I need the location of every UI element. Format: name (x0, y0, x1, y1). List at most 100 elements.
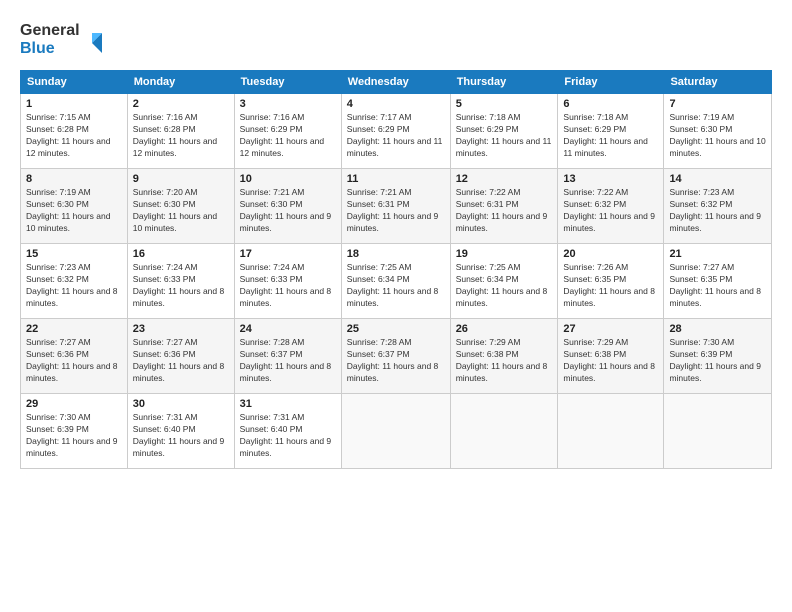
day-cell: 19Sunrise: 7:25 AMSunset: 6:34 PMDayligh… (450, 244, 558, 319)
week-row-2: 8Sunrise: 7:19 AMSunset: 6:30 PMDaylight… (21, 169, 772, 244)
day-info: Sunrise: 7:27 AMSunset: 6:36 PMDaylight:… (26, 337, 122, 385)
day-number: 6 (563, 98, 658, 110)
day-info: Sunrise: 7:30 AMSunset: 6:39 PMDaylight:… (26, 412, 122, 460)
day-number: 18 (347, 248, 445, 260)
day-cell: 21 Sunrise: 7:27 AMSunset: 6:35 PMDayligh… (664, 244, 772, 319)
page: General Blue SundayMondayTuesdayWednesda… (0, 0, 792, 612)
day-number: 28 (669, 323, 766, 335)
day-cell: 16 Sunrise: 7:24 AMSunset: 6:33 PMDayligh… (127, 244, 234, 319)
day-cell: 20Sunrise: 7:26 AMSunset: 6:35 PMDayligh… (558, 244, 664, 319)
day-number: 17 (240, 248, 336, 260)
weekday-header-wednesday: Wednesday (341, 71, 450, 94)
day-info: Sunrise: 7:17 AMSunset: 6:29 PMDaylight:… (347, 112, 445, 160)
day-info: Sunrise: 7:19 AMSunset: 6:30 PMDaylight:… (669, 112, 766, 160)
day-cell: 18Sunrise: 7:25 AMSunset: 6:34 PMDayligh… (341, 244, 450, 319)
day-info: Sunrise: 7:27 AMSunset: 6:36 PMDaylight:… (133, 337, 229, 385)
weekday-header-sunday: Sunday (21, 71, 128, 94)
logo-svg: General Blue (20, 15, 110, 60)
day-cell: 13 Sunrise: 7:22 AMSunset: 6:32 PMDayligh… (558, 169, 664, 244)
day-cell: 22 Sunrise: 7:27 AMSunset: 6:36 PMDayligh… (21, 319, 128, 394)
day-info: Sunrise: 7:23 AMSunset: 6:32 PMDaylight:… (26, 262, 122, 310)
day-cell: 5 Sunrise: 7:18 AMSunset: 6:29 PMDaylight… (450, 94, 558, 169)
day-cell: 1 Sunrise: 7:15 AMSunset: 6:28 PMDaylight… (21, 94, 128, 169)
day-info: Sunrise: 7:30 AMSunset: 6:39 PMDaylight:… (669, 337, 766, 385)
weekday-header-saturday: Saturday (664, 71, 772, 94)
day-info: Sunrise: 7:28 AMSunset: 6:37 PMDaylight:… (347, 337, 445, 385)
day-info: Sunrise: 7:16 AMSunset: 6:29 PMDaylight:… (240, 112, 336, 160)
weekday-header-thursday: Thursday (450, 71, 558, 94)
day-cell: 7 Sunrise: 7:19 AMSunset: 6:30 PMDaylight… (664, 94, 772, 169)
day-info: Sunrise: 7:25 AMSunset: 6:34 PMDaylight:… (456, 262, 553, 310)
day-info: Sunrise: 7:18 AMSunset: 6:29 PMDaylight:… (456, 112, 553, 160)
day-cell (558, 394, 664, 469)
day-number: 21 (669, 248, 766, 260)
day-info: Sunrise: 7:22 AMSunset: 6:31 PMDaylight:… (456, 187, 553, 235)
day-info: Sunrise: 7:20 AMSunset: 6:30 PMDaylight:… (133, 187, 229, 235)
day-number: 13 (563, 173, 658, 185)
day-number: 8 (26, 173, 122, 185)
day-number: 5 (456, 98, 553, 110)
day-info: Sunrise: 7:24 AMSunset: 6:33 PMDaylight:… (133, 262, 229, 310)
day-info: Sunrise: 7:24 AMSunset: 6:33 PMDaylight:… (240, 262, 336, 310)
day-number: 11 (347, 173, 445, 185)
day-cell: 11 Sunrise: 7:21 AMSunset: 6:31 PMDayligh… (341, 169, 450, 244)
header: General Blue (20, 15, 772, 60)
day-cell: 23 Sunrise: 7:27 AMSunset: 6:36 PMDayligh… (127, 319, 234, 394)
logo: General Blue (20, 15, 110, 60)
day-cell: 25 Sunrise: 7:28 AMSunset: 6:37 PMDayligh… (341, 319, 450, 394)
day-number: 15 (26, 248, 122, 260)
day-cell: 10 Sunrise: 7:21 AMSunset: 6:30 PMDayligh… (234, 169, 341, 244)
day-cell: 9 Sunrise: 7:20 AMSunset: 6:30 PMDaylight… (127, 169, 234, 244)
day-number: 7 (669, 98, 766, 110)
day-number: 10 (240, 173, 336, 185)
day-number: 1 (26, 98, 122, 110)
day-info: Sunrise: 7:15 AMSunset: 6:28 PMDaylight:… (26, 112, 122, 160)
day-cell: 2 Sunrise: 7:16 AMSunset: 6:28 PMDaylight… (127, 94, 234, 169)
day-number: 26 (456, 323, 553, 335)
day-cell: 14 Sunrise: 7:23 AMSunset: 6:32 PMDayligh… (664, 169, 772, 244)
day-number: 3 (240, 98, 336, 110)
day-cell: 17 Sunrise: 7:24 AMSunset: 6:33 PMDayligh… (234, 244, 341, 319)
day-cell: 30Sunrise: 7:31 AMSunset: 6:40 PMDayligh… (127, 394, 234, 469)
day-cell (450, 394, 558, 469)
day-cell: 15 Sunrise: 7:23 AMSunset: 6:32 PMDayligh… (21, 244, 128, 319)
day-cell: 8Sunrise: 7:19 AMSunset: 6:30 PMDaylight… (21, 169, 128, 244)
day-info: Sunrise: 7:18 AMSunset: 6:29 PMDaylight:… (563, 112, 658, 160)
day-cell: 24 Sunrise: 7:28 AMSunset: 6:37 PMDayligh… (234, 319, 341, 394)
day-info: Sunrise: 7:28 AMSunset: 6:37 PMDaylight:… (240, 337, 336, 385)
day-number: 25 (347, 323, 445, 335)
week-row-4: 22 Sunrise: 7:27 AMSunset: 6:36 PMDayligh… (21, 319, 772, 394)
day-number: 9 (133, 173, 229, 185)
day-cell (664, 394, 772, 469)
day-cell: 12Sunrise: 7:22 AMSunset: 6:31 PMDayligh… (450, 169, 558, 244)
day-info: Sunrise: 7:16 AMSunset: 6:28 PMDaylight:… (133, 112, 229, 160)
week-row-5: 29Sunrise: 7:30 AMSunset: 6:39 PMDayligh… (21, 394, 772, 469)
weekday-header-monday: Monday (127, 71, 234, 94)
day-number: 2 (133, 98, 229, 110)
day-cell: 6 Sunrise: 7:18 AMSunset: 6:29 PMDaylight… (558, 94, 664, 169)
day-info: Sunrise: 7:31 AMSunset: 6:40 PMDaylight:… (133, 412, 229, 460)
day-info: Sunrise: 7:31 AMSunset: 6:40 PMDaylight:… (240, 412, 336, 460)
day-cell: 28 Sunrise: 7:30 AMSunset: 6:39 PMDayligh… (664, 319, 772, 394)
day-info: Sunrise: 7:27 AMSunset: 6:35 PMDaylight:… (669, 262, 766, 310)
day-cell: 4Sunrise: 7:17 AMSunset: 6:29 PMDaylight… (341, 94, 450, 169)
day-number: 24 (240, 323, 336, 335)
day-info: Sunrise: 7:22 AMSunset: 6:32 PMDaylight:… (563, 187, 658, 235)
day-number: 14 (669, 173, 766, 185)
day-number: 16 (133, 248, 229, 260)
day-info: Sunrise: 7:21 AMSunset: 6:30 PMDaylight:… (240, 187, 336, 235)
day-number: 27 (563, 323, 658, 335)
day-info: Sunrise: 7:23 AMSunset: 6:32 PMDaylight:… (669, 187, 766, 235)
weekday-header-friday: Friday (558, 71, 664, 94)
day-number: 31 (240, 398, 336, 410)
day-cell: 31 Sunrise: 7:31 AMSunset: 6:40 PMDayligh… (234, 394, 341, 469)
day-info: Sunrise: 7:29 AMSunset: 6:38 PMDaylight:… (456, 337, 553, 385)
day-cell: 27Sunrise: 7:29 AMSunset: 6:38 PMDayligh… (558, 319, 664, 394)
day-number: 22 (26, 323, 122, 335)
day-info: Sunrise: 7:21 AMSunset: 6:31 PMDaylight:… (347, 187, 445, 235)
week-row-3: 15 Sunrise: 7:23 AMSunset: 6:32 PMDayligh… (21, 244, 772, 319)
day-cell (341, 394, 450, 469)
calendar-table: SundayMondayTuesdayWednesdayThursdayFrid… (20, 70, 772, 469)
day-info: Sunrise: 7:26 AMSunset: 6:35 PMDaylight:… (563, 262, 658, 310)
day-number: 23 (133, 323, 229, 335)
